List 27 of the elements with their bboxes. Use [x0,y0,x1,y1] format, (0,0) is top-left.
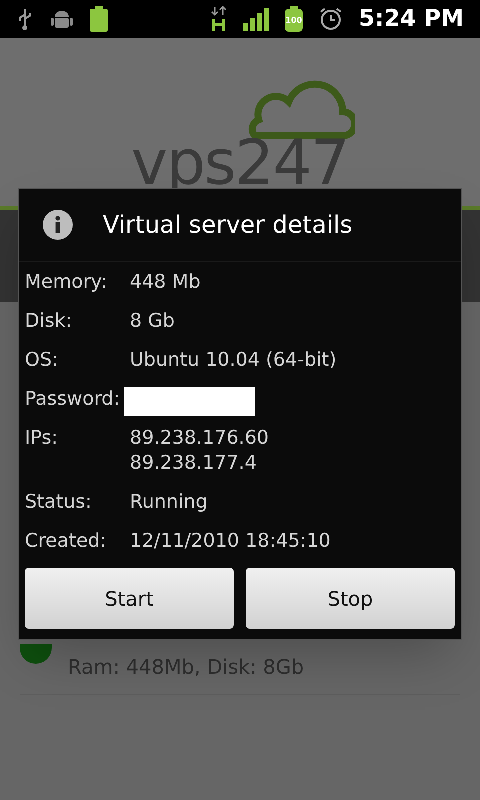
signal-icon [243,7,270,31]
clock-time: 5:24 PM [359,8,464,30]
network-icon [211,6,228,32]
field-label: Status: [25,490,93,515]
field-value: Running [130,490,208,515]
dialog-button[interactable]: Start [25,568,234,629]
android-icon [50,8,74,30]
usb-icon [16,7,34,31]
battery-level-icon: 100 [285,9,304,32]
field-value: 89.238.176.60 [130,426,270,451]
field-label: Password: [25,387,122,412]
field-value: 8 Gb [130,309,175,334]
field-label: IPs: [25,426,60,451]
field-label: Disk: [25,309,74,334]
dialog-title: Virtual server details [103,210,353,241]
field-label: Created: [25,529,108,554]
field-value: Ubuntu 10.04 (64-bit) [130,348,337,373]
info-icon [43,210,73,240]
server-status-icon [20,644,52,664]
field-label: Memory: [25,270,108,295]
field-label: OS: [25,348,60,373]
dialog-button[interactable]: Stop [246,568,455,629]
field-value: 89.238.177.4 [130,451,258,476]
alarm-icon [319,7,344,31]
battery-icon [90,6,108,32]
field-value: 12/11/2010 18:45:10 [130,529,331,554]
field-value: 448 Mb [130,270,201,295]
